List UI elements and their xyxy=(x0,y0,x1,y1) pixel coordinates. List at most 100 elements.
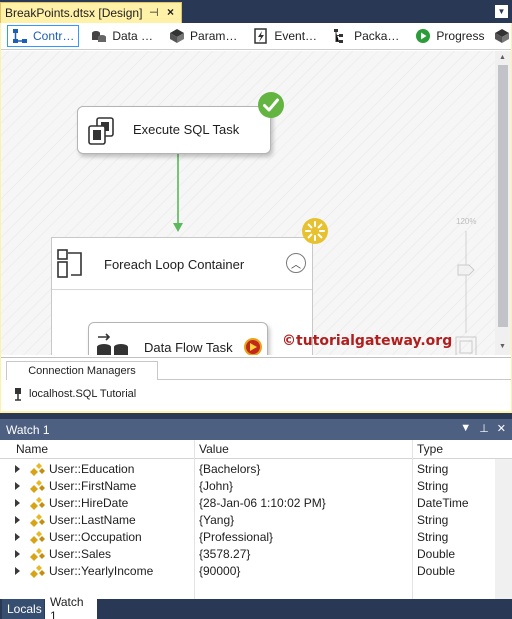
close-icon[interactable]: × xyxy=(167,5,174,19)
precedence-constraint[interactable] xyxy=(171,153,185,237)
tab-connection-managers[interactable]: Connection Managers xyxy=(6,361,158,380)
column-header-name[interactable]: Name xyxy=(12,440,48,458)
variable-value[interactable]: {28-Jan-06 1:10:02 PM} xyxy=(199,496,326,510)
variable-type: String xyxy=(417,479,449,493)
variable-value[interactable]: {John} xyxy=(199,479,233,493)
grid-vertical-scrollbar[interactable] xyxy=(495,459,512,599)
data-flow-icon xyxy=(91,28,107,44)
variable-icon xyxy=(29,548,45,561)
chevron-down-icon[interactable]: ▼ xyxy=(495,5,508,18)
watch-row[interactable]: User::Sales {3578.27} Double xyxy=(0,546,495,563)
tab-label: Event… xyxy=(274,29,318,43)
divider xyxy=(158,379,511,380)
event-handlers-icon xyxy=(253,28,269,44)
watch-grid: Name Value Type User::Education {Bachelor… xyxy=(0,440,512,599)
watermark-text: ©tutorialgateway.org xyxy=(282,333,453,349)
scrollbar-thumb[interactable] xyxy=(498,65,508,327)
package-explorer-icon xyxy=(333,28,349,44)
pin-icon[interactable]: ⊥ xyxy=(479,422,489,435)
bottom-tab-bar: Locals Watch 1 xyxy=(0,595,512,619)
package-icon[interactable] xyxy=(494,28,510,44)
collapse-button[interactable]: ︿ xyxy=(286,253,306,273)
tab-locals[interactable]: Locals xyxy=(2,599,44,619)
close-icon[interactable]: ✕ xyxy=(497,422,506,435)
tab-label: Progress xyxy=(436,29,485,43)
variable-value[interactable]: {Bachelors} xyxy=(199,462,260,476)
variable-icon xyxy=(29,463,45,476)
variable-value[interactable]: {3578.27} xyxy=(199,547,250,561)
foreach-container-icon xyxy=(57,249,89,282)
pin-icon[interactable]: ⊣ xyxy=(149,6,159,19)
variable-icon xyxy=(29,531,45,544)
tab-progress[interactable]: Progress xyxy=(411,25,488,47)
expand-arrow-icon[interactable] xyxy=(15,465,20,473)
column-label: Value xyxy=(199,442,229,456)
watch-row[interactable]: User::LastName {Yang} String xyxy=(0,512,495,529)
canvas-vertical-scrollbar[interactable]: ▲ ▼ xyxy=(495,51,511,355)
designer-surface: Contr… Data … Param… Event… Packa… Progr… xyxy=(1,23,511,411)
watch-row[interactable]: User::HireDate {28-Jan-06 1:10:02 PM} Date… xyxy=(0,495,495,512)
progress-icon xyxy=(415,28,431,44)
scroll-up-arrow-icon[interactable]: ▲ xyxy=(499,54,506,61)
data-flow-task-icon xyxy=(95,333,131,355)
tab-label: Locals xyxy=(7,602,42,616)
zoom-control[interactable]: 120% xyxy=(453,217,483,355)
execute-sql-task[interactable]: Execute SQL Task xyxy=(77,106,271,154)
column-header-value[interactable]: Value xyxy=(195,440,229,458)
tab-package-explorer[interactable]: Packa… xyxy=(329,25,403,47)
watch-title-bar: Watch 1 ▼ ⊥ ✕ xyxy=(0,419,512,440)
document-tab-strip: BreakPoints.dtsx [Design] ⊣ × ▼ xyxy=(0,0,512,23)
container-header: Foreach Loop Container ︿ xyxy=(52,238,312,290)
window-position-icon[interactable]: ▼ xyxy=(460,422,471,435)
variable-name: User::Sales xyxy=(49,547,112,561)
executing-icon xyxy=(301,217,329,248)
execute-sql-task-icon xyxy=(86,116,118,151)
variable-name: User::YearlyIncome xyxy=(49,564,154,578)
tab-control-flow[interactable]: Contr… xyxy=(7,25,80,47)
watch-row[interactable]: User::Occupation {Professional} String xyxy=(0,529,495,546)
expand-arrow-icon[interactable] xyxy=(15,550,20,558)
variable-name: User::HireDate xyxy=(49,496,129,510)
breakpoint-icon[interactable] xyxy=(243,337,263,355)
tab-data-flow[interactable]: Data … xyxy=(87,25,157,47)
variable-value[interactable]: {90000} xyxy=(199,564,240,578)
tab-event-handlers[interactable]: Event… xyxy=(249,25,321,47)
tab-label: Packa… xyxy=(354,29,400,43)
chevron-up-icon: ︿ xyxy=(291,259,301,271)
variable-value[interactable]: {Professional} xyxy=(199,530,273,544)
variable-name: User::Education xyxy=(49,462,135,476)
watch-window: Watch 1 ▼ ⊥ ✕ Name Value Type User::Educ… xyxy=(0,419,512,599)
connection-manager-item[interactable]: localhost.SQL Tutorial xyxy=(13,387,136,401)
database-connection-icon xyxy=(13,387,23,401)
variable-value[interactable]: {Yang} xyxy=(199,513,234,527)
expand-arrow-icon[interactable] xyxy=(15,533,20,541)
variable-icon xyxy=(29,480,45,493)
watch-row[interactable]: User::Education {Bachelors} String xyxy=(0,461,495,478)
control-flow-icon xyxy=(12,28,28,44)
foreach-loop-container[interactable]: Foreach Loop Container ︿ Data Flow Task xyxy=(51,237,313,355)
variable-icon xyxy=(29,514,45,527)
execute-sql-task-label: Execute SQL Task xyxy=(133,122,240,137)
watch-row[interactable]: User::FirstName {John} String xyxy=(0,478,495,495)
foreach-container-label: Foreach Loop Container xyxy=(104,257,245,272)
variable-icon xyxy=(29,565,45,578)
expand-arrow-icon[interactable] xyxy=(15,567,20,575)
column-header-type[interactable]: Type xyxy=(413,440,443,458)
watch-title: Watch 1 xyxy=(6,422,50,437)
tab-watch-1[interactable]: Watch 1 xyxy=(45,595,97,619)
expand-arrow-icon[interactable] xyxy=(15,516,20,524)
watch-row[interactable]: User::YearlyIncome {90000} Double xyxy=(0,563,495,580)
variable-type: String xyxy=(417,513,449,527)
design-canvas[interactable]: Execute SQL Task Foreach Loop Container xyxy=(1,51,495,355)
designer-frame: Contr… Data … Param… Event… Packa… Progr… xyxy=(0,23,512,413)
variable-name: User::Occupation xyxy=(49,530,142,544)
tab-parameters[interactable]: Param… xyxy=(165,25,241,47)
variable-icon xyxy=(29,497,45,510)
scroll-down-arrow-icon[interactable]: ▼ xyxy=(499,343,506,350)
expand-arrow-icon[interactable] xyxy=(15,482,20,490)
expand-arrow-icon[interactable] xyxy=(15,499,20,507)
tab-label: Param… xyxy=(190,29,238,43)
data-flow-task[interactable]: Data Flow Task xyxy=(88,322,268,355)
data-flow-task-label: Data Flow Task xyxy=(144,340,233,355)
document-tab[interactable]: BreakPoints.dtsx [Design] ⊣ × xyxy=(0,2,182,23)
